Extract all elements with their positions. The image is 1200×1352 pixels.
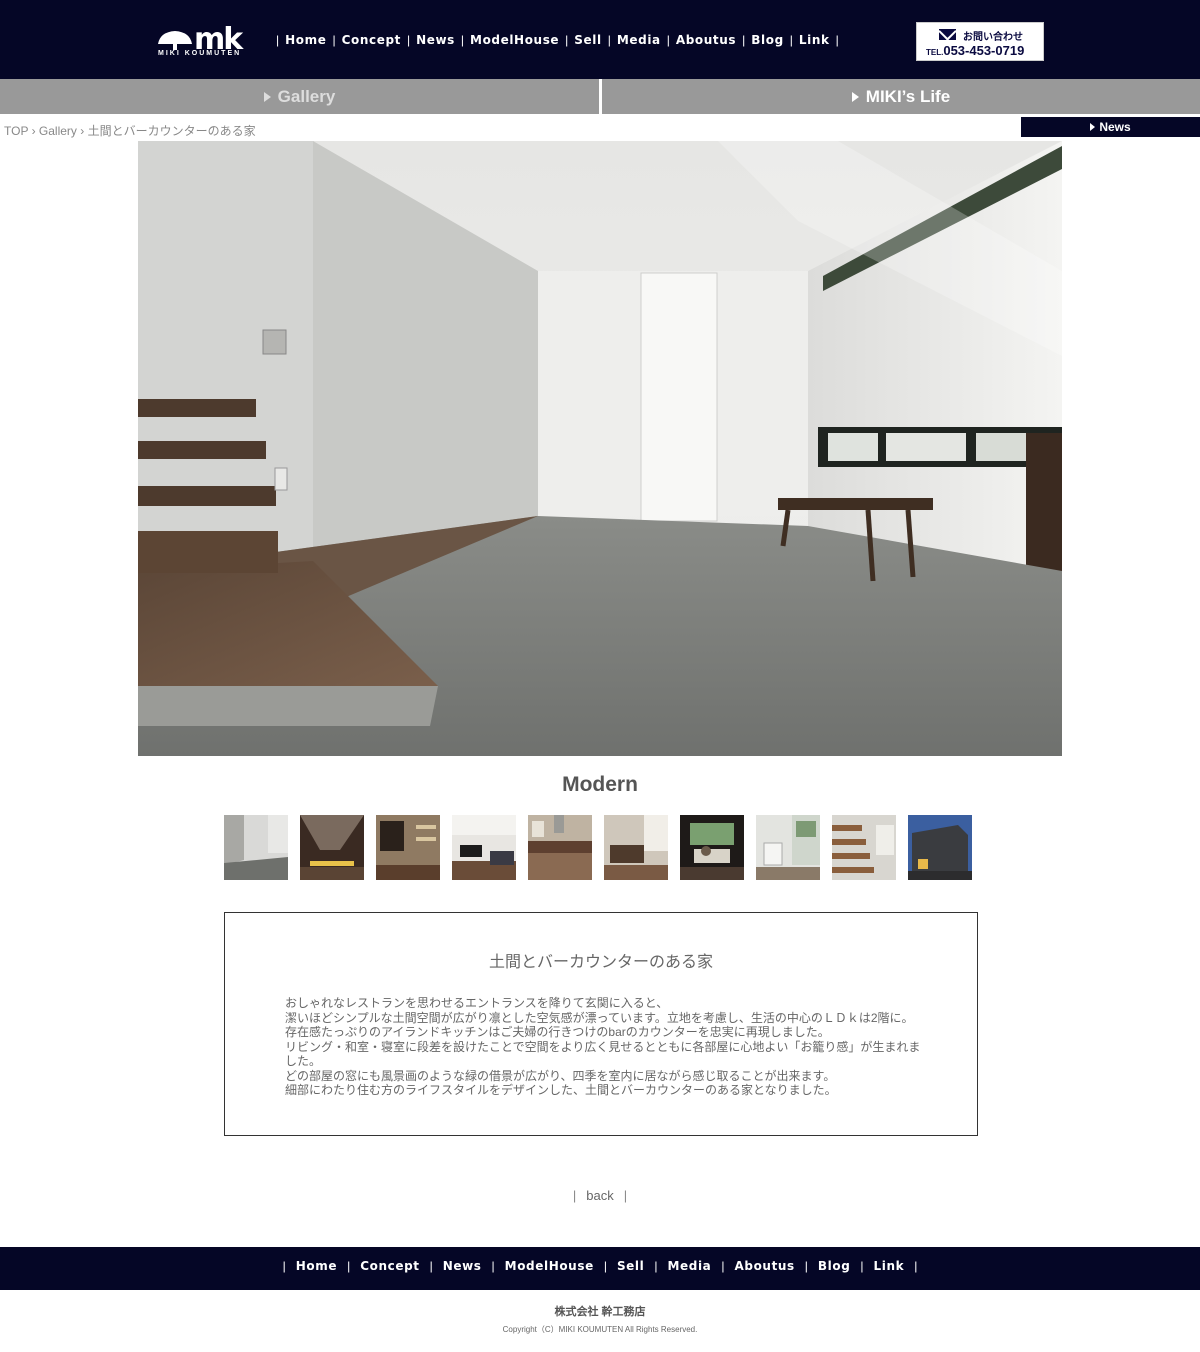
description-heading: 土間とバーカウンターのある家 bbox=[488, 954, 713, 971]
nav-separator: | bbox=[860, 1259, 864, 1273]
description-line: リビング・和室・寝室に段差を設けたことで空間をより広く見せるとともに各部屋に心地… bbox=[285, 1039, 921, 1069]
nav-item-media[interactable]: Media bbox=[617, 33, 661, 47]
nav-separator: | bbox=[491, 1259, 495, 1273]
triangle-right-icon bbox=[263, 91, 271, 102]
description-line: 存在感たっぷりのアイランドキッチンはご夫婦の行きつけのbarのカウンターを忠実に… bbox=[285, 1025, 830, 1039]
thumbnail-strip bbox=[224, 815, 972, 880]
description-line: 細部にわたり住む方のライフスタイルをデザインした、土間とバーカウンターのある家と… bbox=[285, 1083, 837, 1097]
site-header: mk MIKI KOUMUTEN | Home | Concept | News | Mode… bbox=[0, 0, 1200, 79]
nav-separator: | bbox=[742, 33, 746, 47]
nav-item-news[interactable]: News bbox=[416, 33, 455, 47]
description-box: 土間とバーカウンターのある家 おしゃれなレストランを思わせるエントランスを降りて… bbox=[224, 912, 978, 1136]
nav-separator: | bbox=[835, 33, 839, 47]
nav-separator: | bbox=[276, 33, 280, 47]
footer-nav-item-news[interactable]: News bbox=[443, 1259, 482, 1273]
footer-nav: | Home | Concept | News | ModelHouse | Sell | Media… bbox=[0, 1259, 1200, 1273]
footer-nav-item-blog[interactable]: Blog bbox=[818, 1259, 851, 1273]
category-life-tab[interactable]: MIKI’s Life bbox=[602, 79, 1200, 114]
nav-separator: | bbox=[607, 33, 611, 47]
logo-subtitle: MIKI KOUMUTEN bbox=[158, 50, 242, 57]
main-nav: | Home | Concept | News | ModelHouse | Sell | Media… bbox=[270, 30, 845, 50]
news-button-label: News bbox=[1099, 120, 1131, 134]
thumbnail-stairs[interactable] bbox=[832, 815, 896, 880]
category-life-label: MIKI’s Life bbox=[865, 86, 951, 106]
news-button[interactable]: News bbox=[1021, 117, 1200, 137]
nav-item-modelhouse[interactable]: ModelHouse bbox=[470, 33, 559, 47]
nav-separator: | bbox=[804, 1259, 808, 1273]
thumbnail-window-seat[interactable] bbox=[680, 815, 744, 880]
triangle-right-icon bbox=[851, 91, 859, 102]
footer-nav-item-sell[interactable]: Sell bbox=[617, 1259, 644, 1273]
nav-item-blog[interactable]: Blog bbox=[751, 33, 784, 47]
copyright: Copyright（C）MIKI KOUMUTEN All Rights Res… bbox=[502, 1325, 698, 1334]
contact-label: お問い合わせ bbox=[963, 32, 1023, 43]
description-line: おしゃれなレストランを思わせるエントランスを降りて玄関に入ると、 bbox=[285, 996, 669, 1010]
nav-separator: | bbox=[347, 1259, 351, 1273]
nav-separator: | bbox=[603, 1259, 607, 1273]
category-gallery-label: Gallery bbox=[277, 86, 336, 106]
description-line: 潔いほどシンプルな土間空間が広がり凛とした空気感が漂っています。立地を考慮し、生… bbox=[285, 1010, 914, 1025]
nav-item-concept[interactable]: Concept bbox=[342, 33, 401, 47]
category-gallery-tab[interactable]: Gallery bbox=[0, 79, 599, 114]
thumbnail-bathroom[interactable] bbox=[756, 815, 820, 880]
thumbnail-entrance[interactable] bbox=[224, 815, 288, 880]
nav-separator: | bbox=[406, 33, 411, 47]
footer-nav-item-home[interactable]: Home bbox=[296, 1259, 337, 1273]
description-body: おしゃれなレストランを思わせるエントランスを降りて玄関に入ると、 潔いほどシンプ… bbox=[285, 996, 925, 1098]
nav-separator: | bbox=[429, 1259, 433, 1273]
nav-item-sell[interactable]: Sell bbox=[574, 33, 601, 47]
nav-item-aboutus[interactable]: Aboutus bbox=[676, 33, 736, 47]
nav-item-home[interactable]: Home bbox=[285, 33, 326, 47]
contact-phone: TEL.053-453-0719 bbox=[926, 43, 1025, 58]
thumbnail-living-tv[interactable] bbox=[452, 815, 516, 880]
description-line: どの部屋の窓にも風景画のような緑の借景が広がり、四季を室内に居ながら感じ取ること… bbox=[285, 1068, 836, 1083]
thumbnail-living[interactable] bbox=[376, 815, 440, 880]
footer-nav-item-concept[interactable]: Concept bbox=[360, 1259, 419, 1273]
back-nav: | back | bbox=[572, 1188, 628, 1203]
category-bar: Gallery MIKI’s Life bbox=[0, 79, 1200, 114]
contact-banner[interactable]: お問い合わせ TEL.053-453-0719 bbox=[916, 22, 1044, 61]
site-logo[interactable]: mk MIKI KOUMUTEN bbox=[156, 25, 262, 60]
thumbnail-hallway[interactable] bbox=[300, 815, 364, 880]
breadcrumb[interactable]: TOP › Gallery › 土間とバーカウンターのある家 bbox=[4, 122, 256, 139]
thumbnail-kitchen[interactable] bbox=[528, 815, 592, 880]
nav-separator: | bbox=[460, 33, 465, 47]
triangle-right-icon bbox=[1090, 123, 1096, 131]
thumbnail-exterior[interactable] bbox=[908, 815, 972, 880]
footer-nav-item-modelhouse[interactable]: ModelHouse bbox=[505, 1259, 594, 1273]
footer-nav-item-media[interactable]: Media bbox=[667, 1259, 711, 1273]
nav-separator: | bbox=[789, 33, 793, 47]
nav-separator: | bbox=[666, 33, 670, 47]
main-gallery-photo bbox=[138, 141, 1062, 756]
nav-separator: | bbox=[721, 1259, 725, 1273]
mail-icon bbox=[939, 29, 956, 40]
nav-separator: | bbox=[914, 1259, 918, 1273]
nav-separator: | bbox=[332, 33, 336, 47]
company-name: 株式会社 幹工務店 bbox=[554, 1306, 646, 1318]
thumbnail-dining[interactable] bbox=[604, 815, 668, 880]
footer-nav-item-aboutus[interactable]: Aboutus bbox=[735, 1259, 795, 1273]
nav-item-link[interactable]: Link bbox=[799, 33, 830, 47]
nav-separator: | bbox=[654, 1259, 658, 1273]
site-footer: | Home | Concept | News | ModelHouse | Sell | Media… bbox=[0, 1247, 1200, 1290]
gallery-title: Modern bbox=[562, 773, 638, 796]
nav-separator: | bbox=[282, 1259, 286, 1273]
back-link[interactable]: back bbox=[586, 1188, 613, 1203]
nav-separator: | bbox=[565, 33, 569, 47]
footer-nav-item-link[interactable]: Link bbox=[874, 1259, 905, 1273]
